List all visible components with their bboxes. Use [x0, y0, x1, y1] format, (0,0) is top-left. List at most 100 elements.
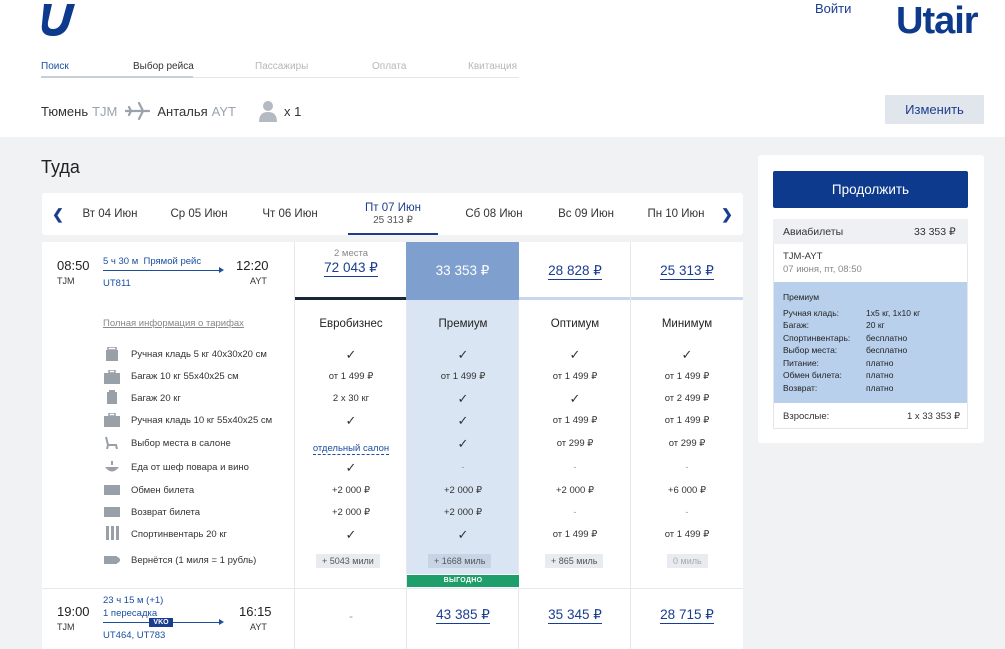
date-tab[interactable]: Ср 05 Июн — [161, 193, 237, 235]
step-passengers: Пассажиры — [255, 61, 309, 72]
check-icon: ✓ — [345, 527, 357, 542]
feature-label: Багаж 20 кг — [131, 393, 181, 404]
flight-number[interactable]: UT464, UT783 — [103, 630, 165, 641]
feature-value: +2 000 ₽ — [555, 485, 594, 496]
feature-value: +2 000 ₽ — [331, 507, 370, 518]
miles-badge: + 5043 мили — [316, 554, 380, 568]
feature-value: - — [461, 462, 465, 473]
date-tab-selected[interactable]: Пт 07 Июн 25 313 ₽ — [348, 193, 438, 235]
feature-value: от 1 499 ₽ — [552, 415, 598, 426]
summary-route: TJM-AYT — [783, 251, 823, 262]
check-icon: ✓ — [569, 391, 581, 406]
fare-tab-bar — [295, 297, 406, 300]
exchange-icon — [104, 485, 120, 495]
detail-value: 20 кг — [866, 320, 885, 330]
date-tab[interactable]: Вт 04 Июн — [72, 193, 148, 235]
feature-value: от 1 499 ₽ — [552, 529, 598, 540]
miles-icon — [104, 556, 120, 564]
separate-cabin-link[interactable]: отдельный салон — [312, 443, 390, 455]
check-icon: ✓ — [345, 347, 357, 362]
fare-name: Оптимум — [550, 318, 600, 330]
feature-label: Багаж 10 кг 55х40х25 см — [131, 371, 239, 382]
passenger-icon — [259, 101, 277, 122]
feature-value: от 1 499 ₽ — [440, 371, 486, 382]
detail-key: Ручная кладь: — [783, 308, 839, 318]
arrival-time: 16:15 — [239, 604, 272, 619]
transfer-airport-badge: VKO — [149, 618, 173, 627]
detail-value: бесплатно — [866, 345, 908, 355]
fare-tab-bar — [519, 297, 630, 300]
fare-price-premium-selected[interactable]: 33 353 ₽ — [406, 242, 519, 300]
detail-key: Выбор места: — [783, 345, 838, 355]
feature-label: Ручная кладь 10 кг 55х40х25 см — [131, 415, 273, 426]
date-carousel: ❮ Вт 04 Июн Ср 05 Июн Чт 06 Июн Пт 07 Ию… — [42, 193, 743, 235]
plane-icon — [125, 102, 151, 120]
fare-info-link[interactable]: Полная информация о тарифах — [103, 318, 244, 329]
arrival-code: AYT — [250, 276, 267, 286]
fare-name: Минимум — [661, 318, 713, 330]
step-search[interactable]: Поиск — [41, 61, 69, 72]
date-tab[interactable]: Пн 10 Июн — [638, 193, 714, 235]
miles-badge: + 1668 миль — [428, 554, 492, 568]
check-icon: ✓ — [569, 347, 581, 362]
tickets-total: 33 353 ₽ — [914, 226, 956, 238]
bag-icon — [104, 413, 120, 427]
feature-value: от 299 ₽ — [556, 438, 594, 449]
sports-gear-icon — [106, 526, 119, 540]
detail-key: Спортинвентарь: — [783, 333, 851, 343]
chevron-left-icon[interactable]: ❮ — [49, 205, 67, 223]
step-flight-select: Выбор рейса — [133, 61, 194, 72]
utair-logo-icon[interactable] — [40, 2, 78, 38]
chevron-right-icon[interactable]: ❯ — [718, 205, 736, 223]
change-search-button[interactable]: Изменить — [885, 95, 984, 124]
feature-value: от 299 ₽ — [668, 438, 706, 449]
arrival-time: 12:20 — [236, 258, 269, 273]
date-tab[interactable]: Вс 09 Июн — [548, 193, 624, 235]
miles-badge: 0 миль — [667, 554, 708, 568]
feature-value: от 2 499 ₽ — [664, 393, 710, 404]
fare-price-minimum[interactable]: 28 715 ₽ — [631, 606, 743, 624]
departure-code: TJM — [57, 622, 75, 632]
feature-value: - — [685, 462, 689, 473]
fare-price-premium[interactable]: 43 385 ₽ — [407, 606, 519, 624]
detail-key: Возврат: — [783, 383, 818, 393]
detail-value: бесплатно — [866, 333, 908, 343]
detail-value: платно — [866, 358, 894, 368]
step-receipt: Квитанция — [468, 61, 518, 72]
flight-duration: 5 ч 30 м Прямой рейс — [103, 256, 202, 267]
fare-price-optimum[interactable]: 35 345 ₽ — [519, 606, 631, 624]
feature-label: Еда от шеф повара и вино — [131, 462, 249, 473]
flight-number[interactable]: UT811 — [103, 278, 131, 289]
brand-wordmark: Utair — [896, 0, 979, 42]
feature-value: +2 000 ₽ — [331, 485, 370, 496]
best-value-badge: ВЫГОДНО — [407, 575, 519, 587]
check-icon: ✓ — [345, 413, 357, 428]
feature-label: Вернётся (1 миля = 1 рубль) — [131, 555, 257, 566]
feature-value: от 1 499 ₽ — [552, 371, 598, 382]
continue-button[interactable]: Продолжить — [773, 171, 968, 208]
login-link[interactable]: Войти — [815, 1, 851, 16]
feature-value: - — [573, 462, 577, 473]
to-code: AYT — [211, 103, 236, 119]
feature-label: Ручная кладь 5 кг 40х30х20 см — [131, 349, 267, 360]
feature-value: от 1 499 ₽ — [664, 371, 710, 382]
date-tab[interactable]: Сб 08 Июн — [456, 193, 532, 235]
summary-fare-name: Премиум — [783, 292, 820, 302]
fare-price-eurobusiness[interactable]: 2 места 72 043 ₽ — [295, 248, 407, 277]
step-payment: Оплата — [372, 61, 407, 72]
adults-label: Взрослые: — [783, 411, 830, 422]
detail-value: 1х5 кг, 1х10 кг — [866, 308, 921, 318]
feature-value: +2 000 ₽ — [443, 485, 482, 496]
fare-price-optimum[interactable]: 28 828 ₽ — [519, 262, 631, 280]
date-tab[interactable]: Чт 06 Июн — [252, 193, 328, 235]
check-icon: ✓ — [457, 436, 469, 451]
fare-unavailable: - — [349, 609, 353, 623]
feature-value: 2 х 30 кг — [332, 393, 370, 404]
detail-key: Питание: — [783, 358, 819, 368]
separate-cabin-wrap: отдельный салон — [295, 438, 407, 456]
suitcase-icon — [107, 390, 117, 404]
fare-price-minimum[interactable]: 25 313 ₽ — [631, 262, 743, 280]
detail-value: платно — [866, 370, 894, 380]
feature-value: от 1 499 ₽ — [664, 529, 710, 540]
detail-key: Багаж: — [783, 320, 809, 330]
